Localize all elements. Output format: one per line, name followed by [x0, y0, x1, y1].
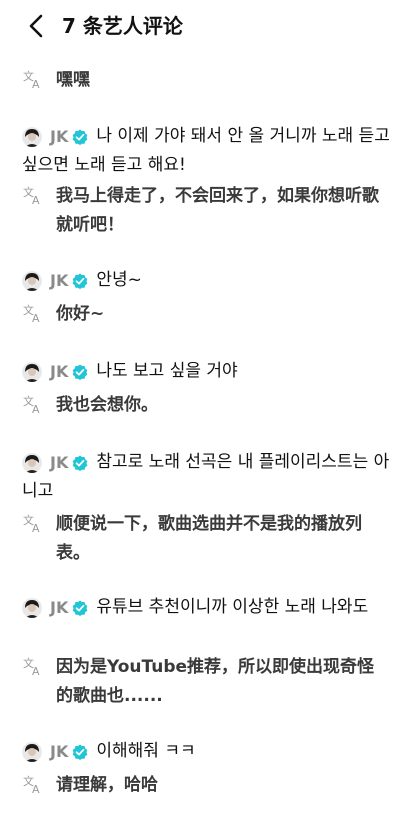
avatar[interactable]	[22, 597, 42, 618]
back-button[interactable]	[22, 12, 50, 40]
page-title: 7 条艺人评论	[62, 14, 183, 38]
avatar[interactable]	[22, 361, 42, 382]
comment-item: JK 유튜브 추천이니까 이상한 노래 나와도	[22, 593, 402, 622]
translation-text: 因为是YouTube推荐，所以即使出现奇怪的歌曲也......	[56, 657, 375, 706]
comment-item: JK 참고로 노래 선곡은 내 플레이리스트는 아니고	[22, 448, 402, 506]
translate-icon: 文 A	[23, 303, 40, 324]
svg-text:A: A	[32, 78, 40, 90]
translate-icon: 文 A	[23, 513, 40, 534]
avatar[interactable]	[22, 270, 42, 291]
comment-feed[interactable]: 文 A 嘿嘿 JK 나 이제 가야 돼서 안 올 거니까 노래 듣고 싶으면 노…	[0, 54, 419, 832]
translation-text: 请理解，哈哈	[56, 775, 158, 795]
comment-item: JK 나도 보고 싶을 거야	[22, 357, 402, 386]
svg-text:A: A	[32, 522, 40, 534]
translation-text: 我也会想你。	[56, 395, 158, 415]
translate-icon: 文 A	[23, 69, 40, 90]
comment-text: 안녕~	[96, 270, 142, 290]
author-name[interactable]: JK	[50, 266, 68, 295]
avatar[interactable]	[22, 741, 42, 762]
translate-icon: 文 A	[23, 185, 40, 206]
verified-badge-icon	[73, 364, 88, 380]
translation-text: 嘿嘿	[56, 70, 90, 90]
verified-badge-icon	[73, 273, 88, 289]
translation-row: 文 A 你好~	[22, 300, 389, 329]
comment-text: 나도 보고 싶을 거야	[96, 361, 238, 381]
author-name[interactable]: JK	[50, 357, 68, 386]
svg-text:A: A	[32, 783, 40, 795]
translate-icon: 文 A	[23, 394, 40, 415]
verified-badge-icon	[73, 129, 88, 145]
translate-icon: 文 A	[23, 656, 40, 677]
translation-row: 文 A 嘿嘿	[22, 66, 389, 95]
comment-text: 이해해줘 ㅋㅋ	[96, 741, 196, 761]
author-name[interactable]: JK	[50, 448, 68, 477]
translation-row: 文 A 请理解，哈哈	[22, 771, 389, 800]
verified-badge-icon	[73, 600, 88, 616]
top-bar: 7 条艺人评论	[0, 0, 419, 54]
translation-text: 我马上得走了，不会回来了，如果你想听歌就听吧！	[56, 186, 379, 235]
comment-item: JK 이해해줘 ㅋㅋ	[22, 737, 402, 766]
svg-text:A: A	[32, 194, 40, 206]
comment-text: 유튜브 추천이니까 이상한 노래 나와도	[96, 597, 369, 617]
author-name[interactable]: JK	[50, 737, 68, 766]
chevron-left-icon	[29, 14, 43, 38]
verified-badge-icon	[73, 744, 88, 760]
translation-text: 你好~	[56, 304, 105, 324]
svg-text:A: A	[32, 403, 40, 415]
translate-icon: 文 A	[23, 774, 40, 795]
translation-row: 文 A 我马上得走了，不会回来了，如果你想听歌就听吧！	[22, 182, 389, 240]
svg-text:A: A	[32, 312, 40, 324]
comment-item: JK 안녕~	[22, 266, 402, 295]
translation-row: 文 A 我也会想你。	[22, 391, 389, 420]
comment-item: JK 나 이제 가야 돼서 안 올 거니까 노래 듣고 싶으면 노래 듣고 해요…	[22, 122, 402, 180]
translation-row: 文 A 因为是YouTube推荐，所以即使出现奇怪的歌曲也......	[22, 653, 389, 711]
avatar[interactable]	[22, 452, 42, 473]
author-name[interactable]: JK	[50, 122, 68, 151]
avatar[interactable]	[22, 126, 42, 147]
svg-text:A: A	[32, 665, 40, 677]
translation-text: 顺便说一下，歌曲选曲并不是我的播放列表。	[56, 514, 362, 563]
verified-badge-icon	[73, 455, 88, 471]
author-name[interactable]: JK	[50, 593, 68, 622]
translation-row: 文 A 顺便说一下，歌曲选曲并不是我的播放列表。	[22, 510, 389, 568]
